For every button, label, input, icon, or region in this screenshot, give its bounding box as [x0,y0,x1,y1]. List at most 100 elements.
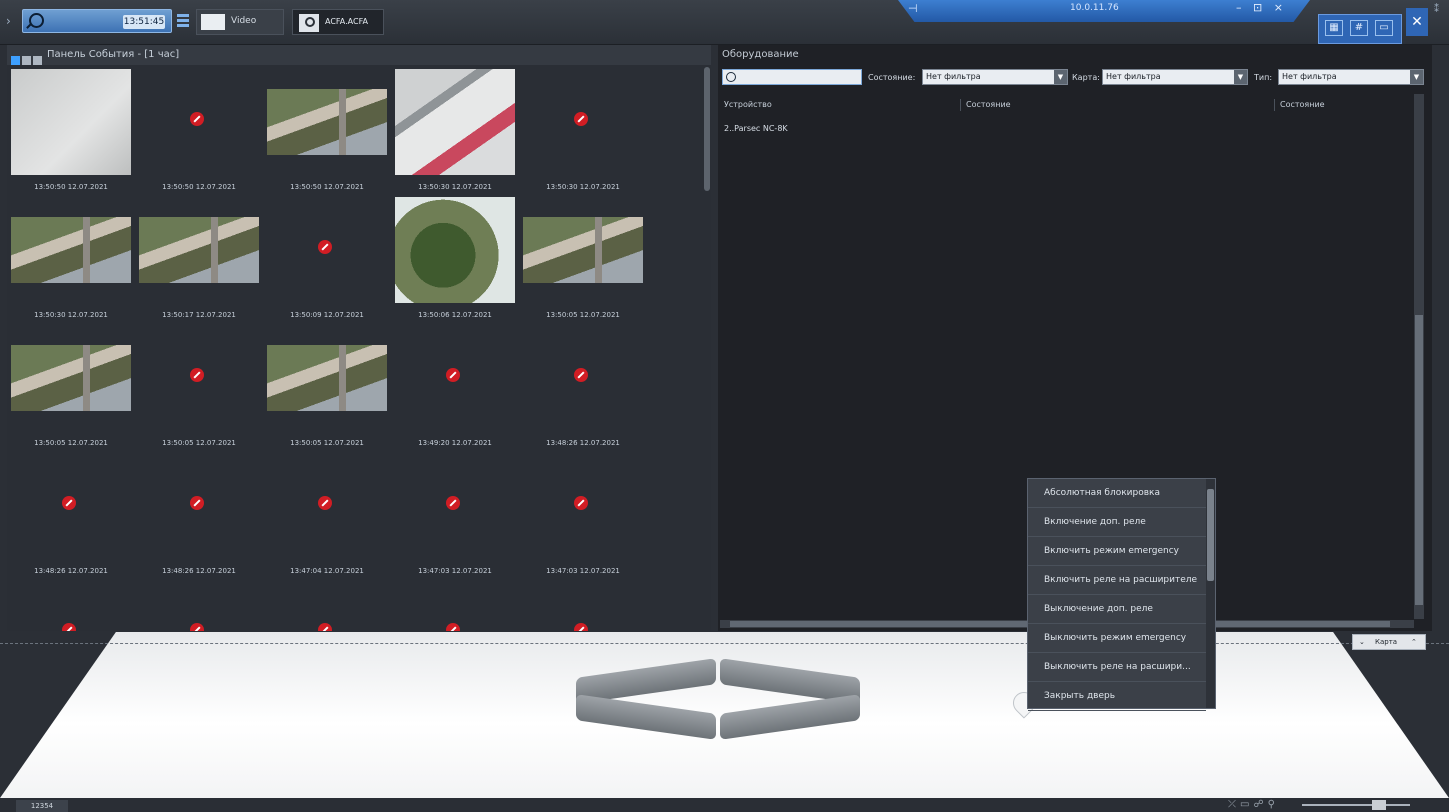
column-state-2[interactable]: Состояние [1280,100,1325,109]
no-image-icon [446,368,460,382]
context-menu-item[interactable]: Абсолютная блокировка [1028,479,1206,508]
map-filter-select[interactable]: Нет фильтра ▼ [1102,69,1248,85]
event-tile[interactable]: 13:50:17 12.07.2021 [135,195,263,319]
tiles-view-icon[interactable] [11,56,20,65]
column-device[interactable]: Устройство [724,100,772,109]
event-timestamp: 13:47:03 12.07.2021 [546,567,620,575]
type-filter-value: Нет фильтра [1282,72,1337,81]
context-menu-item[interactable]: Выключить реле на расшири... [1028,653,1206,682]
event-tile[interactable]: 13:50:50 12.07.2021 [135,67,263,191]
single-view-icon[interactable]: ▭ [1375,20,1393,36]
event-snapshot [11,345,131,411]
map-pin-icon [299,14,319,32]
event-timestamp: 13:47:03 12.07.2021 [418,567,492,575]
no-image-icon [190,623,204,631]
event-timestamp: 13:49:20 12.07.2021 [418,439,492,447]
map-control[interactable]: ⌄ Карта ⌃ [1352,634,1426,650]
equipment-vertical-scroll-thumb[interactable] [1415,315,1423,605]
event-timestamp: 13:50:30 12.07.2021 [546,183,620,191]
event-snapshot [139,217,259,283]
small-pin-icon[interactable]: ⁑ [1434,4,1439,15]
context-menu-item[interactable]: Выключение доп. реле [1028,595,1206,624]
layout-list-icon[interactable] [175,12,191,30]
event-timestamp: 13:50:30 12.07.2021 [34,311,108,319]
compact-view-icon[interactable] [33,56,42,65]
tools-icon[interactable]: ✕ [1406,8,1428,36]
context-menu-item[interactable]: Включить реле на расширителе [1028,566,1206,595]
context-menu-item[interactable]: Выключить режим emergency [1028,624,1206,653]
event-tile[interactable]: 13:50:05 12.07.2021 [135,323,263,447]
column-divider[interactable] [960,99,961,111]
event-tile[interactable]: 13:48:26 12.07.2021 [7,451,135,575]
no-image-icon [318,496,332,510]
column-state[interactable]: Состояние [966,100,1011,109]
event-snapshot [523,217,643,283]
event-tile[interactable]: 13:50:05 12.07.2021 [519,195,647,319]
event-snapshot [11,217,131,283]
event-tile[interactable]: 13:50:30 12.07.2021 [391,67,519,191]
event-tile[interactable]: 13:48:26 12.07.2021 [519,323,647,447]
window-controls[interactable]: – ⊡ × [1236,1,1287,14]
events-panel-title: Панель События - [1 час] [47,49,180,60]
chevron-up-icon[interactable]: ⌃ [1411,635,1417,649]
no-image-icon [190,112,204,126]
equipment-search-input[interactable] [722,69,862,85]
event-tile[interactable]: 13:48:26 12.07.2021 [135,451,263,575]
column-divider[interactable] [1274,99,1275,111]
map-divider [0,643,1449,644]
event-tile[interactable]: 13:50:05 12.07.2021 [7,323,135,447]
no-image-icon [446,623,460,631]
grid-view-icon[interactable]: ▦ [1325,20,1343,36]
tab-acfa[interactable]: ACFA.ACFA [292,9,384,35]
event-timestamp: 13:50:17 12.07.2021 [162,311,236,319]
event-tile[interactable]: 13:50:09 12.07.2021 [263,195,391,319]
server-ip: 10.0.11.76 [1070,3,1119,13]
event-tile[interactable]: 13:47:03 12.07.2021 [519,451,647,575]
chevron-down-icon: ▼ [1234,70,1247,84]
event-tile[interactable]: 13:50:50 12.07.2021 [7,67,135,191]
context-menu-item[interactable]: Закрыть дверь [1028,682,1206,711]
hash-view-icon[interactable]: # [1350,20,1368,36]
event-timestamp: 13:48:26 12.07.2021 [162,567,236,575]
event-tile[interactable]: 13:47:04 12.07.2021 [263,451,391,575]
device-row[interactable]: 2..Parsec NC-8K [724,124,788,133]
event-tile[interactable]: 13:47:03 12.07.2021 [391,451,519,575]
camera-search-box[interactable]: 13:51:45 [22,9,172,33]
events-scrollbar[interactable] [704,67,710,191]
no-image-icon [318,240,332,254]
type-filter-select[interactable]: Нет фильтра ▼ [1278,69,1424,85]
event-timestamp: 13:50:05 12.07.2021 [34,439,108,447]
expand-arrow-icon[interactable]: › [6,14,16,28]
chevron-down-icon[interactable]: ⌄ [1359,635,1365,649]
search-icon [29,13,44,28]
list-view-icon[interactable] [22,56,31,65]
event-tile[interactable]: 13:50:30 12.07.2021 [519,67,647,191]
clock-display: 13:51:45 [123,15,165,29]
no-image-icon [446,496,460,510]
event-timestamp: 13:47:04 12.07.2021 [290,567,364,575]
equipment-title: Оборудование [722,49,799,60]
event-snapshot [11,69,131,175]
context-menu: Абсолютная блокировка Включение доп. реле… [1027,478,1216,711]
event-tile[interactable]: 13:49:20 12.07.2021 [391,323,519,447]
context-menu-item[interactable]: Включить режим emergency [1028,537,1206,566]
event-tile[interactable]: 13:50:30 12.07.2021 [7,195,135,319]
no-image-icon [190,496,204,510]
status-icons[interactable]: ⤫▭☍⚲ [1228,799,1279,810]
no-image-icon [190,368,204,382]
event-timestamp: 13:50:05 12.07.2021 [290,439,364,447]
zoom-slider[interactable] [1302,804,1410,806]
pin-icon[interactable]: ⊣ [908,2,918,15]
tab-video[interactable]: Video [196,9,284,35]
event-tile[interactable]: 13:50:05 12.07.2021 [263,323,391,447]
search-icon [726,72,736,82]
zoom-slider-knob[interactable] [1372,800,1386,810]
event-tile[interactable]: 13:50:06 12.07.2021 [391,195,519,319]
context-menu-scroll-thumb[interactable] [1207,489,1214,581]
no-image-icon [574,623,588,631]
state-filter-select[interactable]: Нет фильтра ▼ [922,69,1068,85]
event-timestamp: 13:50:05 12.07.2021 [162,439,236,447]
no-image-icon [574,368,588,382]
context-menu-item[interactable]: Включение доп. реле [1028,508,1206,537]
event-tile[interactable]: 13:50:50 12.07.2021 [263,67,391,191]
